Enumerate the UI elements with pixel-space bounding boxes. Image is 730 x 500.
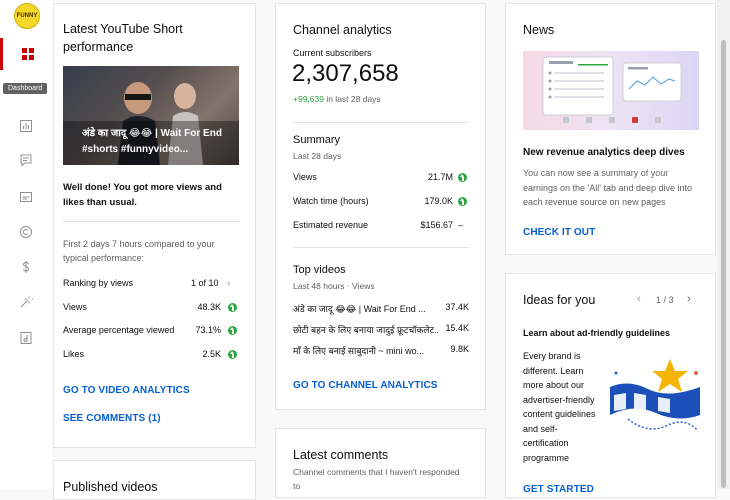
summary-label: Views	[293, 172, 317, 182]
subscribers-delta-suffix: in last 28 days	[323, 94, 381, 104]
news-card: News New revenue analytics deep dives Yo…	[505, 3, 716, 255]
divider	[293, 122, 469, 123]
earn-icon	[22, 261, 30, 273]
news-headline: New revenue analytics deep dives	[523, 147, 685, 158]
customization-icon	[20, 296, 33, 308]
top-video-title[interactable]: अंडे का जादू 😂😂 | Wait For End ...	[293, 302, 438, 315]
analytics-icon	[20, 120, 32, 132]
news-illustration	[523, 51, 699, 130]
trend-up-icon	[228, 303, 237, 312]
trend-up-icon	[228, 326, 237, 335]
performance-message: Well done! You got more views and likes …	[63, 182, 222, 208]
audio-library-icon	[20, 332, 32, 344]
ranking-label: Ranking by views	[63, 278, 134, 288]
copyright-icon	[20, 226, 32, 238]
comments-icon	[20, 154, 32, 167]
divider	[293, 247, 469, 248]
channel-analytics-card: Channel analytics Current subscribers 2,…	[275, 3, 486, 410]
top-video-views: 15.4K	[445, 323, 469, 333]
left-sidebar: FUNNY Dashboard	[0, 0, 52, 489]
card-title: Ideas for you	[523, 293, 596, 307]
top-video-title[interactable]: माँ के लिए बनाई साबुदानी ~ mini wo...	[293, 344, 438, 357]
top-videos-subtitle: Last 48 hours · Views	[293, 281, 375, 291]
summary-value: 179.0K	[424, 196, 453, 206]
published-videos-card: Published videos	[53, 460, 256, 500]
sidebar-item-earn[interactable]	[0, 251, 52, 283]
ideas-subtitle: Learn about ad-friendly guidelines	[523, 328, 671, 338]
card-title: News	[523, 23, 555, 37]
sidebar-item-audio-library[interactable]	[0, 322, 52, 354]
latest-comments-card: Latest comments Channel comments that I …	[275, 428, 486, 498]
compare-text: First 2 days 7 hours compared to your ty…	[63, 239, 215, 263]
metric-label: Likes	[63, 349, 85, 359]
news-body: You can now see a summary of your earnin…	[523, 168, 693, 207]
scrollbar-thumb[interactable]	[721, 40, 726, 488]
metric-value: 48.3K	[197, 302, 221, 312]
card-title: Channel analytics	[293, 23, 392, 37]
card-title: Latest comments	[293, 448, 389, 462]
sidebar-item-subtitles[interactable]	[0, 181, 52, 213]
summary-title: Summary	[293, 134, 341, 146]
ranking-value: 1 of 10	[191, 278, 219, 288]
top-video-title[interactable]: छोटी बहन के लिए बनाया जादुई फ्रूटचॉकलेट.…	[293, 323, 438, 336]
trend-up-icon	[458, 173, 467, 182]
sidebar-item-copyright[interactable]	[0, 216, 52, 248]
channel-avatar[interactable]: FUNNY	[14, 3, 40, 29]
see-comments-link[interactable]: SEE COMMENTS (1)	[63, 413, 161, 424]
trend-up-icon	[228, 350, 237, 359]
go-to-channel-analytics-link[interactable]: GO TO CHANNEL ANALYTICS	[293, 380, 438, 391]
subscribers-value: 2,307,658	[292, 60, 399, 87]
latest-short-card: Latest YouTube Short performance अंडे का…	[53, 3, 256, 448]
summary-label: Watch time (hours)	[293, 196, 369, 206]
go-to-video-analytics-link[interactable]: GO TO VIDEO ANALYTICS	[63, 385, 190, 396]
get-started-link[interactable]: GET STARTED	[523, 484, 594, 495]
ideas-next-chevron-icon[interactable]: ›	[687, 293, 691, 305]
sidebar-item-analytics[interactable]	[0, 110, 52, 142]
thumbnail-caption: अंडे का जादू 😂😂 | Wait For End #shorts #…	[82, 128, 222, 155]
sidebar-item-dashboard[interactable]	[0, 38, 52, 70]
top-video-views: 9.8K	[450, 344, 469, 354]
summary-value: $156.67	[420, 220, 453, 230]
short-thumbnail[interactable]: अंडे का जादू 😂😂 | Wait For End #shorts #…	[63, 66, 239, 165]
subscribers-label: Current subscribers	[293, 48, 372, 58]
metric-label: Average percentage viewed	[63, 325, 175, 335]
dashboard-icon	[21, 48, 34, 60]
sidebar-item-comments[interactable]	[0, 144, 52, 176]
trend-up-icon	[458, 197, 467, 206]
subscribers-delta-value: +99,639	[293, 94, 324, 104]
analytics-dashboard-illustration	[542, 56, 682, 123]
subscribers-delta: +99,639 in last 28 days	[293, 94, 381, 104]
top-video-views: 37.4K	[445, 302, 469, 312]
sidebar-item-customization[interactable]	[0, 286, 52, 318]
ideas-card: Ideas for you ‹ 1 / 3 › Learn about ad-f…	[505, 273, 716, 498]
card-title: Published videos	[63, 480, 158, 494]
ad-friendly-illustration	[610, 359, 700, 432]
divider	[63, 221, 240, 222]
top-videos-title: Top videos	[293, 264, 346, 276]
dashboard-tooltip: Dashboard	[3, 83, 48, 94]
summary-subtitle: Last 28 days	[293, 151, 342, 161]
ideas-pager: 1 / 3	[656, 295, 674, 305]
ideas-prev-chevron-icon[interactable]: ‹	[637, 293, 641, 305]
card-title: Latest YouTube Short performance	[63, 22, 183, 54]
summary-value: 21.7M	[427, 172, 453, 182]
metric-value: 2.5K	[202, 349, 221, 359]
metric-value: 73.1%	[195, 325, 221, 335]
subtitles-icon	[20, 192, 32, 202]
summary-label: Estimated revenue	[293, 220, 369, 230]
trend-neutral-icon: –	[458, 220, 464, 230]
check-it-out-link[interactable]: CHECK IT OUT	[523, 227, 595, 238]
ideas-body: Every brand is different. Learn more abo…	[523, 351, 596, 463]
metric-label: Views	[63, 302, 87, 312]
avatar-logo-text: FUNNY	[16, 13, 38, 19]
ranking-chevron-right-icon[interactable]: ›	[227, 278, 230, 289]
